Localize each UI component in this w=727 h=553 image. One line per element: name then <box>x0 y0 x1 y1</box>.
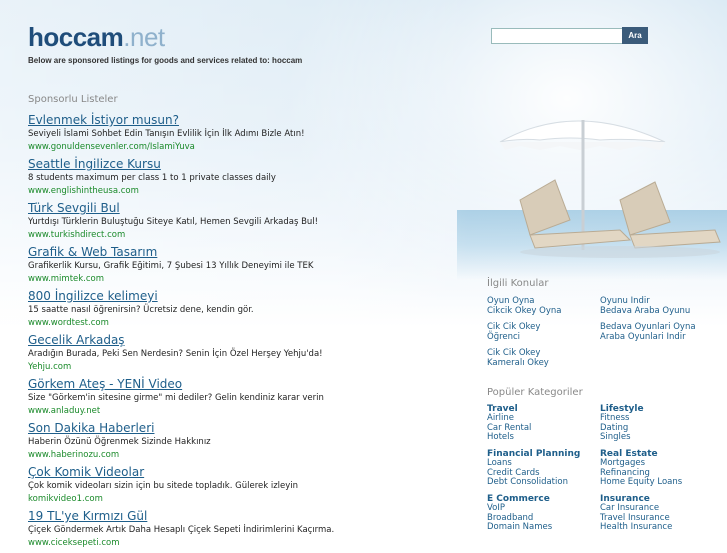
listing-description: Çiçek Göndermek Artık Daha Hesaplı Çiçek… <box>28 525 335 535</box>
listing-item: Son Dakika Haberleri Haberin Özünü Öğren… <box>28 421 448 465</box>
listing-item: Grafik & Web Tasarım Grafikerlik Kursu, … <box>28 245 448 289</box>
listing-description: 15 saatte nasıl öğrenirsin? Ücretsiz den… <box>28 305 254 315</box>
listing-url-link[interactable]: www.turkishdirect.com <box>28 229 448 242</box>
related-topic-link[interactable]: Cik Cik Okey <box>487 348 599 358</box>
search-button[interactable]: Ara <box>622 27 648 44</box>
beach-chairs-umbrella-image <box>499 120 721 258</box>
tagline: Below are sponsored listings for goods a… <box>28 56 303 65</box>
listing-description: Aradığın Burada, Peki Sen Nerdesin? Seni… <box>28 349 323 359</box>
listing-title-link[interactable]: 19 TL'ye Kırmızı Gül <box>28 509 448 524</box>
listing-title-link[interactable]: Türk Sevgili Bul <box>28 201 448 216</box>
category-link[interactable]: Hotels <box>487 433 599 443</box>
listing-item: Çok Komik Videolar Çok komik videoları s… <box>28 465 448 509</box>
listing-description: Çok komik videoları sizin için bu sitede… <box>28 481 299 491</box>
listing-url-link[interactable]: komikvideo1.com <box>28 493 448 506</box>
related-topic-link[interactable]: Bedava Oyunlari Oyna <box>600 322 712 332</box>
listing-title-link[interactable]: Evlenmek İstiyor musun? <box>28 113 448 128</box>
category-travel: Travel Airline Car Rental Hotels <box>487 404 599 443</box>
listing-url-link[interactable]: www.ciceksepeti.com <box>28 537 448 550</box>
category-e-commerce: E Commerce VoIP Broadband Domain Names <box>487 494 599 533</box>
related-topic-link[interactable]: Cik Cik Okey <box>487 322 599 332</box>
listing-description: 8 students maximum per class 1 to 1 priv… <box>28 173 276 183</box>
listing-item: Türk Sevgili Bul Yurtdışı Türklerin Bulu… <box>28 201 448 245</box>
listing-url-link[interactable]: www.gonuldensevenler.com/IslamiYuva <box>28 141 448 154</box>
listing-url-link[interactable]: www.englishintheusa.com <box>28 185 448 198</box>
search-input[interactable] <box>491 28 623 44</box>
listing-item: 800 İngilizce kelimeyi 15 saatte nasıl ö… <box>28 289 448 333</box>
related-topic-link-cont[interactable]: Öğrenci <box>487 332 599 342</box>
listing-title-link[interactable]: Gecelik Arkadaş <box>28 333 448 348</box>
listing-title-link[interactable]: Çok Komik Videolar <box>28 465 448 480</box>
listing-item: Görkem Ateş - YENİ Video Size "Görkem'in… <box>28 377 448 421</box>
logo-tld: .net <box>123 22 165 52</box>
related-topics-title: İlgili Konular <box>487 278 549 289</box>
listing-url-link[interactable]: Yehju.com <box>28 361 448 374</box>
listing-url-link[interactable]: www.wordtest.com <box>28 317 448 330</box>
listing-description: Haberin Özünü Öğrenmek Sizinde Hakkınız <box>28 437 211 447</box>
popular-categories-title: Popüler Kategoriler <box>487 387 583 398</box>
listing-description: Grafikerlik Kursu, Grafik Eğitimi, 7 Şub… <box>28 261 314 271</box>
site-logo[interactable]: hoccam.net <box>28 22 165 53</box>
related-topic-link[interactable]: Oyun Oyna <box>487 296 599 306</box>
listing-item: Evlenmek İstiyor musun? Seviyeli İslami … <box>28 113 448 157</box>
category-real-estate: Real Estate Mortgages Refinancing Home E… <box>600 449 712 488</box>
category-financial-planning: Financial Planning Loans Credit Cards De… <box>487 449 599 488</box>
listing-description: Seviyeli İslami Sohbet Edin Tanışın Evli… <box>28 129 305 139</box>
listing-title-link[interactable]: Son Dakika Haberleri <box>28 421 448 436</box>
related-topics-right-column: Oyunu Indir Bedava Araba Oyunu Bedava Oy… <box>600 296 712 342</box>
category-lifestyle: Lifestyle Fitness Dating Singles <box>600 404 712 443</box>
listing-item: Seattle İngilizce Kursu 8 students maxim… <box>28 157 448 201</box>
sponsored-listings: Evlenmek İstiyor musun? Seviyeli İslami … <box>28 113 448 553</box>
related-topic-link[interactable]: Araba Oyunlari Indir <box>600 332 712 342</box>
related-topic-link[interactable]: Cikcik Okey Oyna <box>487 306 599 316</box>
listing-item: Gecelik Arkadaş Aradığın Burada, Peki Se… <box>28 333 448 377</box>
listing-item: 19 TL'ye Kırmızı Gül Çiçek Göndermek Art… <box>28 509 448 553</box>
related-topic-link-cont[interactable]: Kameralı Okey <box>487 358 599 368</box>
listing-title-link[interactable]: 800 İngilizce kelimeyi <box>28 289 448 304</box>
listing-url-link[interactable]: www.anladuy.net <box>28 405 448 418</box>
listing-description: Yurtdışı Türklerin Buluştuğu Siteye Katı… <box>28 217 319 227</box>
listing-title-link[interactable]: Görkem Ateş - YENİ Video <box>28 377 448 392</box>
listing-title-link[interactable]: Grafik & Web Tasarım <box>28 245 448 260</box>
related-topics-left-column: Oyun Oyna Cikcik Okey Oyna Cik Cik Okey … <box>487 296 599 368</box>
category-link[interactable]: Home Equity Loans <box>600 478 712 488</box>
related-topic-link[interactable]: Bedava Araba Oyunu <box>600 306 712 316</box>
listing-description: Size "Görkem'in sitesine girme" mi dedil… <box>28 393 324 403</box>
sponsored-listings-title: Sponsorlu Listeler <box>28 94 118 105</box>
category-insurance: Insurance Car Insurance Travel Insurance… <box>600 494 712 533</box>
listing-url-link[interactable]: www.mimtek.com <box>28 273 448 286</box>
listing-url-link[interactable]: www.haberinozu.com <box>28 449 448 462</box>
logo-main: hoccam <box>28 22 124 52</box>
category-link[interactable]: Health Insurance <box>600 523 712 533</box>
category-link[interactable]: Debt Consolidation <box>487 478 599 488</box>
category-link[interactable]: Domain Names <box>487 523 599 533</box>
category-link[interactable]: Singles <box>600 433 712 443</box>
related-topic-link[interactable]: Oyunu Indir <box>600 296 712 306</box>
listing-title-link[interactable]: Seattle İngilizce Kursu <box>28 157 448 172</box>
